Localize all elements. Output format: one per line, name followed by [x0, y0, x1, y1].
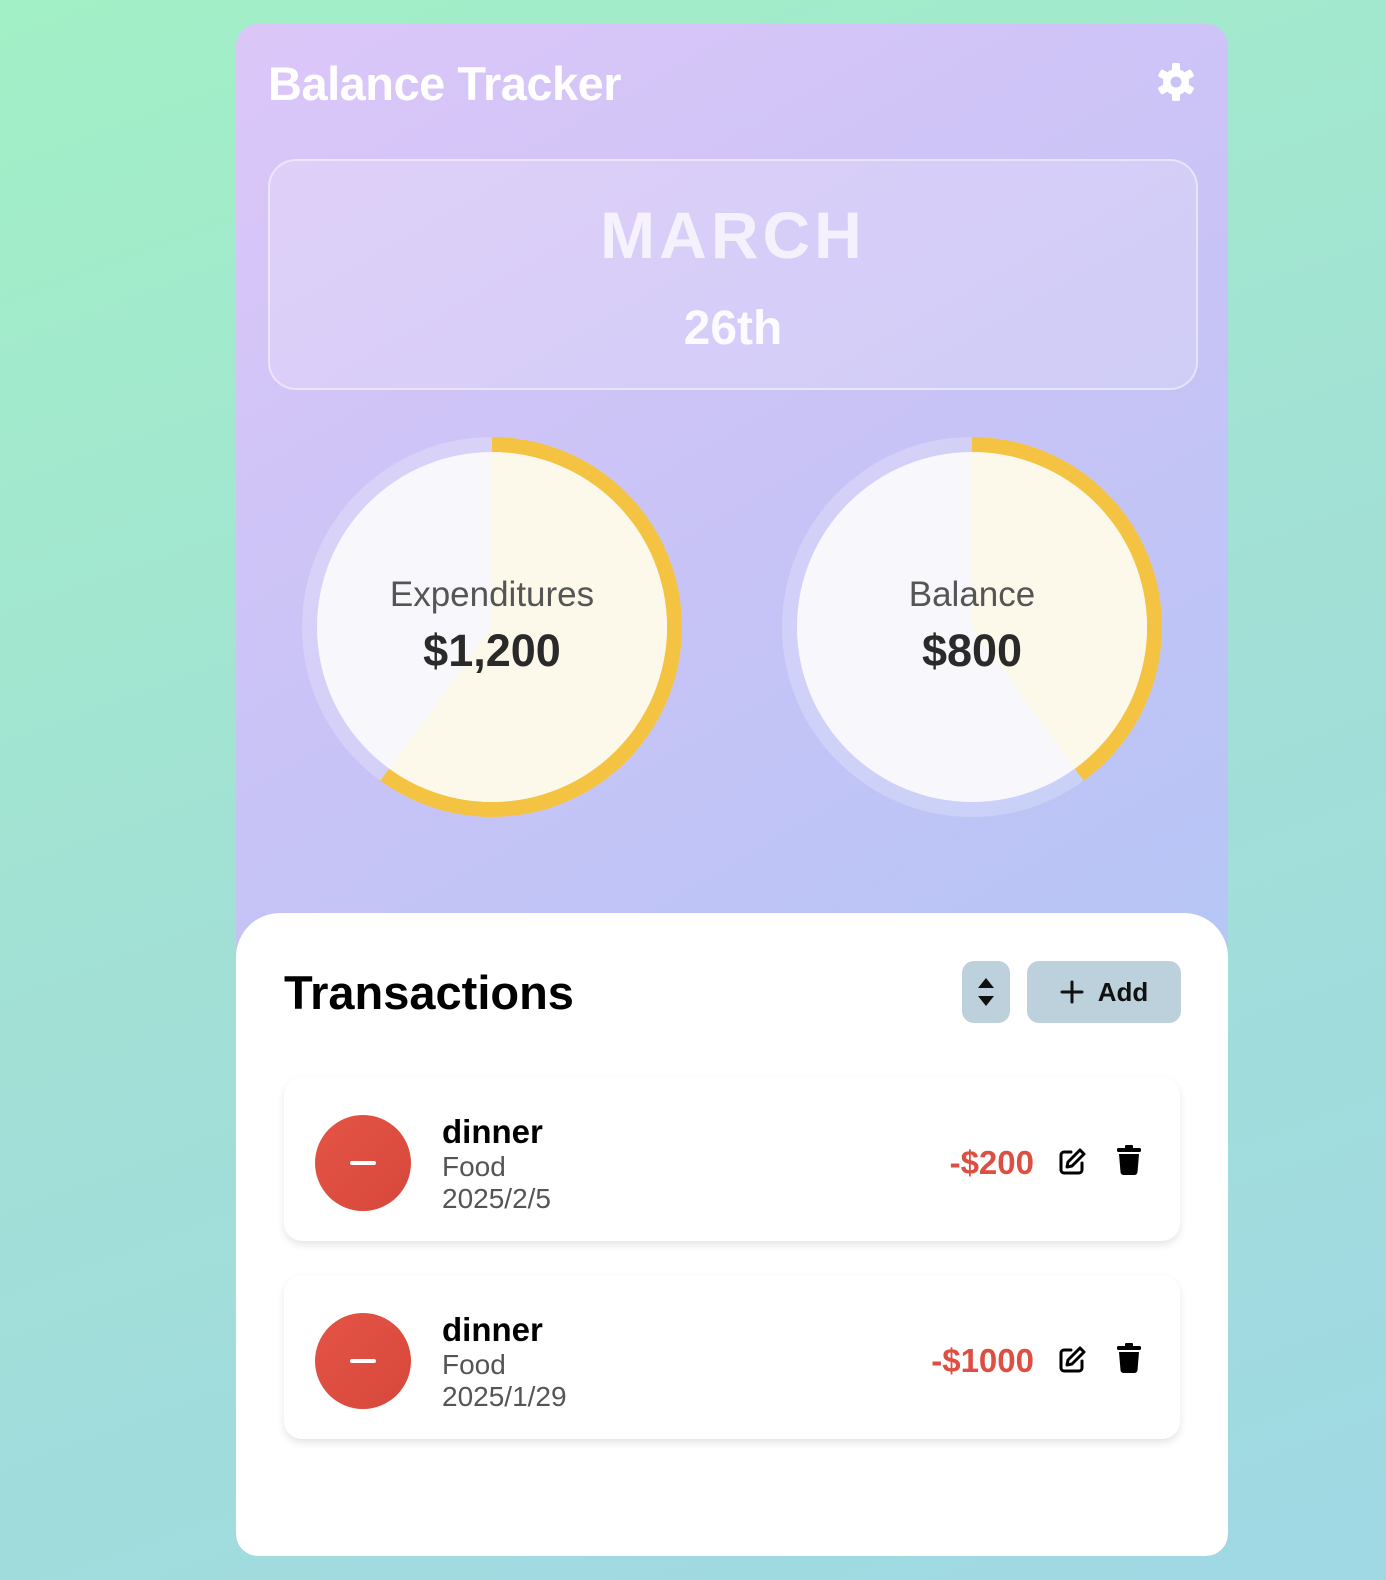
sort-button[interactable] — [962, 961, 1010, 1023]
edit-icon[interactable] — [1057, 1147, 1087, 1177]
transaction-name: dinner — [442, 1311, 543, 1348]
trash-icon[interactable] — [1116, 1145, 1142, 1175]
current-day: 26th — [683, 302, 783, 355]
transaction-date: 2025/2/5 — [442, 1183, 551, 1214]
plus-icon — [1060, 980, 1084, 1004]
settings-button[interactable] — [1156, 62, 1196, 102]
edit-icon[interactable] — [1057, 1345, 1087, 1375]
date-card: MARCH 26th — [268, 159, 1198, 390]
transaction-category: Food — [442, 1349, 506, 1380]
transaction-category: Food — [442, 1151, 506, 1182]
minus-icon — [315, 1115, 411, 1211]
transactions-panel: Transactions Add dinner Food 2025/2/5 -$… — [236, 913, 1228, 1556]
app-title: Balance Tracker — [268, 57, 622, 110]
current-month: MARCH — [600, 198, 866, 272]
gauge-value: $1,200 — [423, 625, 561, 676]
transaction-row[interactable]: dinner Food 2025/2/5 -$200 — [284, 1077, 1180, 1241]
gauge-value: $800 — [921, 625, 1023, 676]
trash-icon[interactable] — [1116, 1343, 1142, 1373]
transaction-amount: -$1000 — [931, 1342, 1034, 1379]
minus-icon — [315, 1313, 411, 1409]
transaction-name: dinner — [442, 1113, 543, 1150]
expenditures-gauge: Expenditures $1,200 — [302, 437, 682, 817]
header: Balance Tracker — [268, 54, 1196, 114]
gauge-label: Expenditures — [389, 575, 595, 614]
gear-icon — [1158, 63, 1194, 101]
transactions-title: Transactions — [284, 966, 574, 1019]
add-transaction-button[interactable]: Add — [1027, 961, 1181, 1023]
gauge-label: Balance — [908, 575, 1036, 614]
transaction-row[interactable]: dinner Food 2025/1/29 -$1000 — [284, 1275, 1180, 1439]
balance-gauge: Balance $800 — [782, 437, 1162, 817]
transaction-amount: -$200 — [949, 1144, 1034, 1181]
sort-icon — [978, 978, 994, 1006]
app-card: Balance Tracker MARCH 26th Expenditures … — [236, 24, 1228, 1556]
add-button-label: Add — [1097, 976, 1149, 1007]
transaction-date: 2025/1/29 — [442, 1381, 567, 1412]
